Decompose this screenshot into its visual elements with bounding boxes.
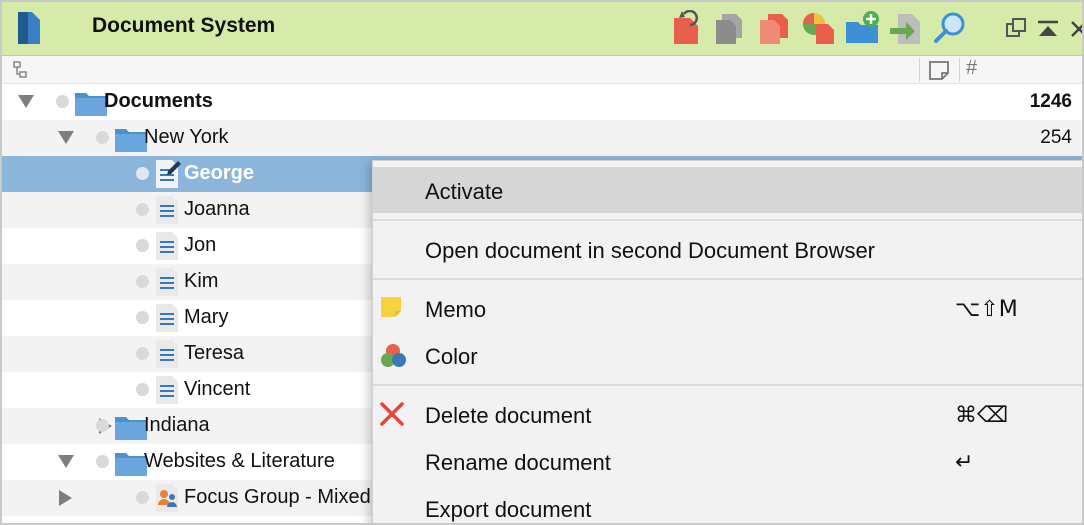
menu-item-label: Open document in second Document Browser xyxy=(425,238,876,263)
column-separator xyxy=(959,58,960,82)
status-dot[interactable] xyxy=(136,311,149,324)
tree-item-label: Documents xyxy=(104,90,213,112)
document-icon xyxy=(156,304,178,332)
tree-folder-row[interactable]: Documents 1246 xyxy=(2,84,1082,120)
folder-icon xyxy=(75,93,107,116)
menu-shortcut: ⌘⌫ xyxy=(955,403,1009,428)
menu-item-delete-document[interactable]: Delete document ⌘⌫ xyxy=(373,391,1082,437)
menu-separator xyxy=(373,278,1082,280)
memo-icon xyxy=(381,297,401,317)
collapse-triangle-icon[interactable] xyxy=(58,131,74,144)
context-menu: Activate Open document in second Document… xyxy=(372,160,1082,523)
copy-docs-icon[interactable] xyxy=(712,10,748,46)
document-edit-icon xyxy=(156,160,181,188)
document-icon xyxy=(156,268,178,296)
menu-item-label: Activate xyxy=(425,179,504,204)
menu-item-label: Delete document xyxy=(425,403,592,428)
count-column-icon[interactable]: # xyxy=(966,57,977,80)
tree-item-label: Joanna xyxy=(184,198,250,220)
close-icon[interactable] xyxy=(1068,14,1084,42)
expand-triangle-icon[interactable] xyxy=(59,490,72,506)
detach-window-icon[interactable] xyxy=(1004,14,1028,42)
status-dot[interactable] xyxy=(136,383,149,396)
focus-group-icon xyxy=(156,484,178,512)
menu-item-label: Export document xyxy=(425,497,592,522)
menu-shortcut: ⌥⇧M xyxy=(955,297,1018,322)
status-dot[interactable] xyxy=(96,455,109,468)
color-docs-icon[interactable] xyxy=(800,10,836,46)
menu-item-label: Memo xyxy=(425,297,487,322)
document-system-icon xyxy=(18,12,40,44)
import-icon[interactable] xyxy=(888,10,924,46)
window-title: Document System xyxy=(92,14,276,37)
tree-item-label: Indiana xyxy=(144,414,210,436)
document-icon xyxy=(156,232,178,260)
document-icon xyxy=(156,340,178,368)
menu-item-export-document[interactable]: Export document xyxy=(373,485,1082,523)
reset-icon[interactable] xyxy=(670,10,706,46)
tree-folder-row[interactable]: New York 254 xyxy=(2,120,1082,156)
status-dot[interactable] xyxy=(56,95,69,108)
menu-item-open-document-in-second-document-browser[interactable]: Open document in second Document Browser xyxy=(373,226,1082,272)
tree-item-label: Kim xyxy=(184,270,219,292)
tree-item-label: Websites & Literature xyxy=(144,450,335,472)
menu-shortcut: ↵ xyxy=(955,450,974,475)
delete-icon xyxy=(380,402,404,426)
collapse-triangle-icon[interactable] xyxy=(58,455,74,468)
status-dot[interactable] xyxy=(136,167,149,180)
menu-separator xyxy=(373,219,1082,221)
status-dot[interactable] xyxy=(136,347,149,360)
collapse-window-icon[interactable] xyxy=(1036,14,1060,42)
menu-item-memo[interactable]: Memo ⌥⇧M xyxy=(373,285,1082,331)
folder-icon xyxy=(115,453,147,476)
collapse-triangle-icon[interactable] xyxy=(18,95,34,108)
title-bar: Document System xyxy=(2,2,1084,56)
column-header: # xyxy=(2,56,1082,84)
new-folder-icon[interactable] xyxy=(844,10,880,46)
code-count: 1246 xyxy=(1029,91,1072,112)
menu-item-label: Rename document xyxy=(425,450,611,475)
code-count: 254 xyxy=(1040,127,1072,148)
status-dot[interactable] xyxy=(136,491,149,504)
status-dot[interactable] xyxy=(136,239,149,252)
document-system-window: Document System # Documents 1246 New Yor… xyxy=(0,0,1084,525)
column-separator xyxy=(919,58,920,82)
menu-separator xyxy=(373,384,1082,386)
menu-item-rename-document[interactable]: Rename document ↵ xyxy=(373,438,1082,484)
folder-icon xyxy=(115,417,147,440)
status-dot[interactable] xyxy=(96,131,109,144)
folder-icon xyxy=(115,129,147,152)
menu-item-activate[interactable]: Activate xyxy=(373,167,1082,213)
memo-column-icon[interactable] xyxy=(928,60,950,80)
menu-item-label: Color xyxy=(425,344,478,369)
tree-item-label: Vincent xyxy=(184,378,251,400)
tree-item-label: George xyxy=(184,162,255,184)
search-icon[interactable] xyxy=(932,10,968,46)
tree-item-label: Jon xyxy=(184,234,217,256)
tree-item-label: New York xyxy=(144,126,229,148)
document-icon xyxy=(156,376,178,404)
status-dot[interactable] xyxy=(136,275,149,288)
tree-structure-icon[interactable] xyxy=(12,61,30,79)
menu-item-color[interactable]: Color xyxy=(373,332,1082,378)
status-dot[interactable] xyxy=(136,203,149,216)
color-icon xyxy=(381,344,406,367)
duplicate-docs-icon[interactable] xyxy=(756,10,792,46)
tree-item-label: Teresa xyxy=(184,342,245,364)
tree-item-label: Mary xyxy=(184,306,229,328)
document-icon xyxy=(156,196,178,224)
status-dot[interactable] xyxy=(96,419,109,432)
